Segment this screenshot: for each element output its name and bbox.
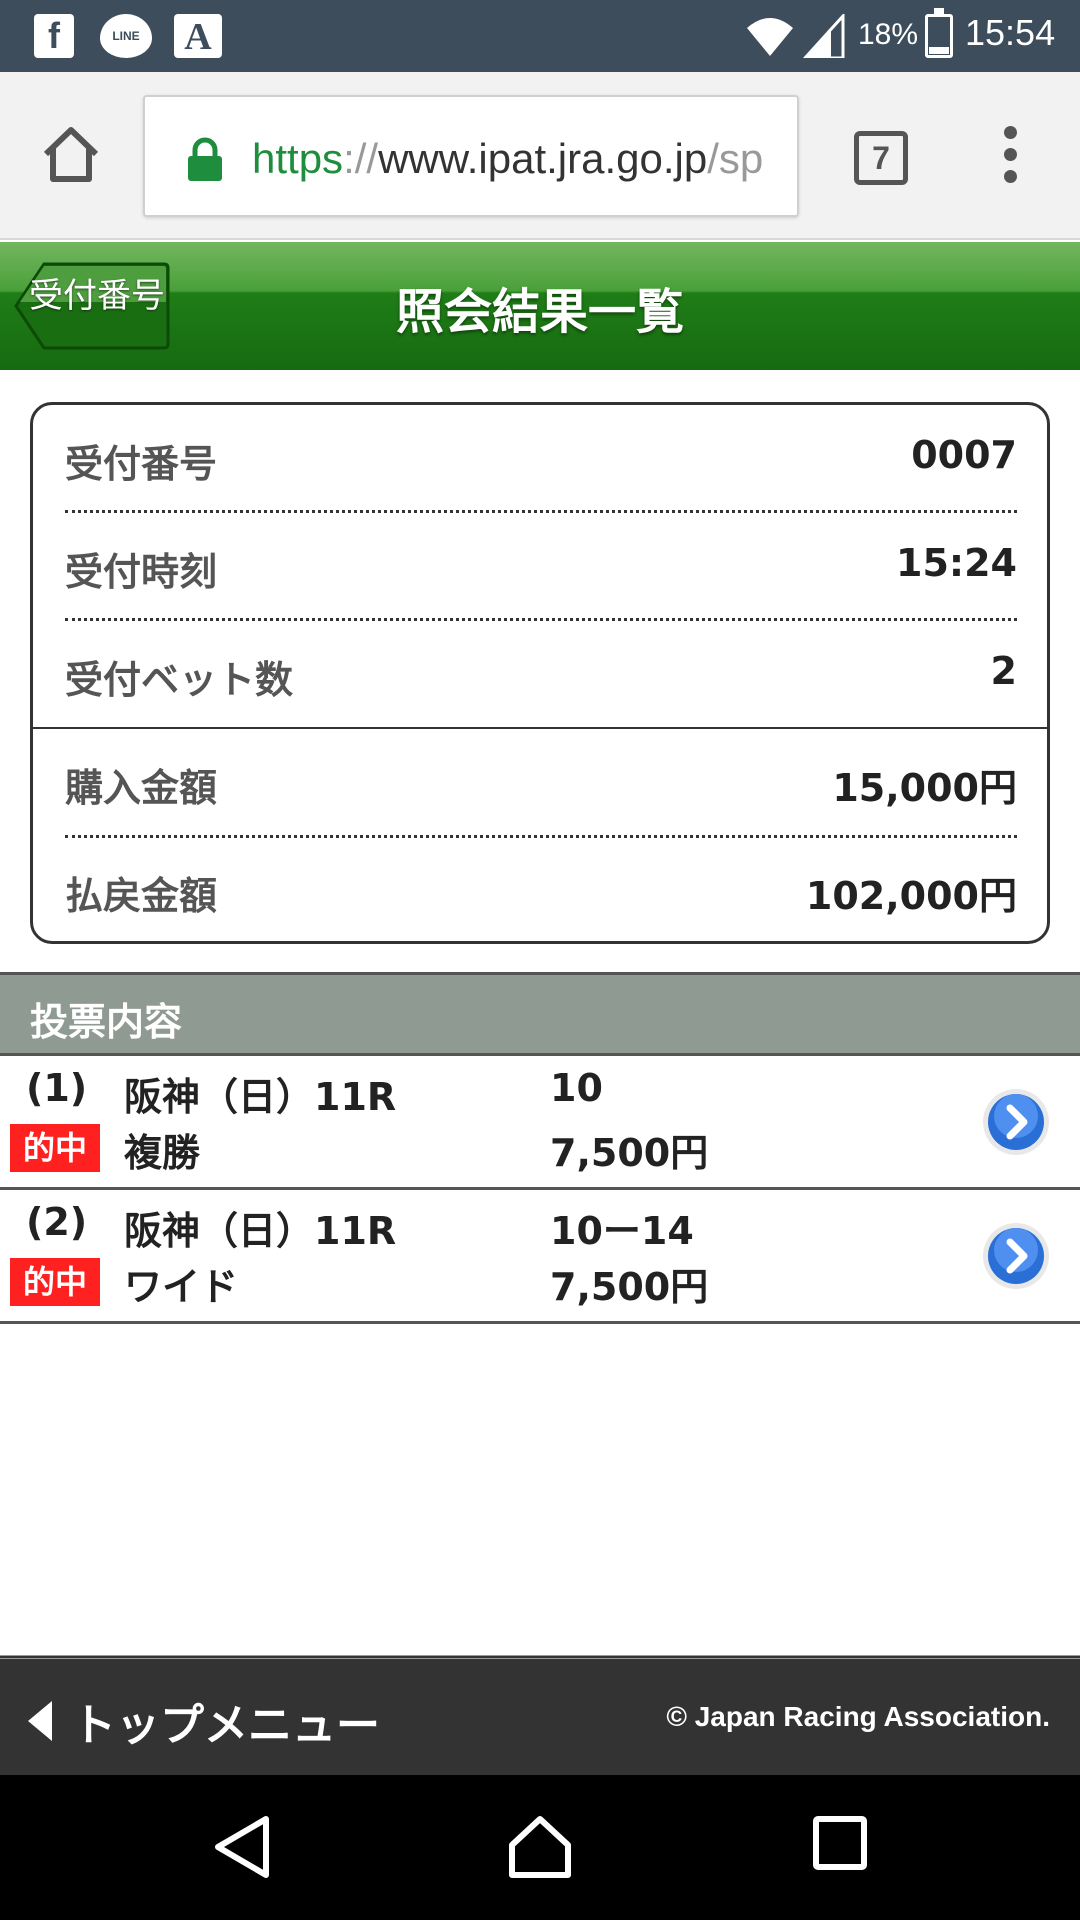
page-title: 照会結果一覧	[395, 284, 684, 340]
lock-icon	[188, 137, 222, 181]
status-bar: f LINE A 18% 15:54	[0, 0, 1080, 72]
bet-item[interactable]: (2) 阪神（日）11R 10ー14 的中 ワイド 7,500円	[0, 1190, 1080, 1324]
hit-badge: 的中	[10, 1124, 100, 1172]
receipt-time-row: 受付時刻 15:24	[65, 513, 1017, 621]
clock: 15:54	[965, 12, 1056, 53]
bet-amount: 7,500円	[550, 1265, 709, 1309]
bet-amount: 7,500円	[550, 1131, 709, 1175]
vote-section-title: 投票内容	[30, 1000, 183, 1044]
bet-item[interactable]: (1) 阪神（日）11R 10 的中 複勝 7,500円	[0, 1056, 1080, 1190]
line-icon: LINE	[100, 14, 152, 58]
bet-horses: 10	[550, 1066, 603, 1110]
home-nav-icon[interactable]	[508, 1815, 572, 1879]
vote-section-header: 投票内容	[0, 972, 1080, 1056]
battery-icon	[925, 8, 953, 58]
bet-type: ワイド	[124, 1265, 239, 1309]
page-header: 受付番号 照会結果一覧	[0, 242, 1080, 370]
purchase-amount-value: 15,000円	[832, 766, 1017, 810]
home-icon[interactable]	[40, 124, 102, 184]
battery-percent: 18%	[858, 18, 919, 51]
payout-amount-label: 払戻金額	[65, 874, 218, 918]
bet-count-value: 2	[990, 649, 1017, 693]
bet-number: (2)	[26, 1200, 88, 1244]
receipt-time-value: 15:24	[896, 541, 1017, 585]
purchase-amount-row: 購入金額 15,000円	[65, 729, 1017, 837]
receipt-number-row: 受付番号 0007	[65, 405, 1017, 513]
bet-race: 阪神（日）11R	[124, 1209, 397, 1253]
signal-icon	[803, 14, 845, 58]
bet-race: 阪神（日）11R	[124, 1075, 397, 1119]
payout-amount-row: 払戻金額 102,000円	[65, 837, 1017, 945]
bet-count-row: 受付ベット数 2	[65, 621, 1017, 729]
top-menu-label: トップメニュー	[72, 1700, 380, 1751]
wifi-icon	[747, 18, 793, 56]
receipt-number-label: 受付番号	[65, 442, 218, 486]
receipt-time-label: 受付時刻	[65, 550, 218, 594]
page-footer: トップメニュー © Japan Racing Association.	[0, 1655, 1080, 1775]
tab-switcher-button[interactable]: 7	[854, 131, 908, 185]
summary-card: 受付番号 0007 受付時刻 15:24 受付ベット数 2 購入金額 15,00…	[30, 402, 1050, 944]
overflow-menu-icon[interactable]	[1000, 126, 1020, 190]
chevron-right-icon[interactable]	[980, 1086, 1052, 1158]
url-text: https://www.ipat.jra.go.jp/sp	[252, 135, 764, 182]
bet-count-label: 受付ベット数	[65, 658, 294, 702]
back-icon[interactable]	[212, 1815, 272, 1879]
url-bar[interactable]: https://www.ipat.jra.go.jp/sp	[143, 95, 799, 217]
receipt-number-value: 0007	[911, 433, 1017, 477]
bet-number: (1)	[26, 1066, 88, 1110]
bet-horses: 10ー14	[550, 1209, 694, 1253]
bet-type: 複勝	[124, 1131, 201, 1175]
facebook-icon: f	[34, 14, 74, 58]
navigation-bar	[0, 1775, 1080, 1920]
chevron-right-icon[interactable]	[980, 1220, 1052, 1292]
copyright: © Japan Racing Association.	[666, 1701, 1050, 1732]
browser-toolbar: https://www.ipat.jra.go.jp/sp 7	[0, 72, 1080, 240]
payout-amount-value: 102,000円	[805, 874, 1017, 918]
a-icon: A	[174, 14, 222, 58]
hit-badge: 的中	[10, 1258, 100, 1306]
purchase-amount-label: 購入金額	[65, 766, 218, 810]
recents-icon[interactable]	[812, 1815, 868, 1871]
back-triangle-icon	[28, 1701, 52, 1741]
